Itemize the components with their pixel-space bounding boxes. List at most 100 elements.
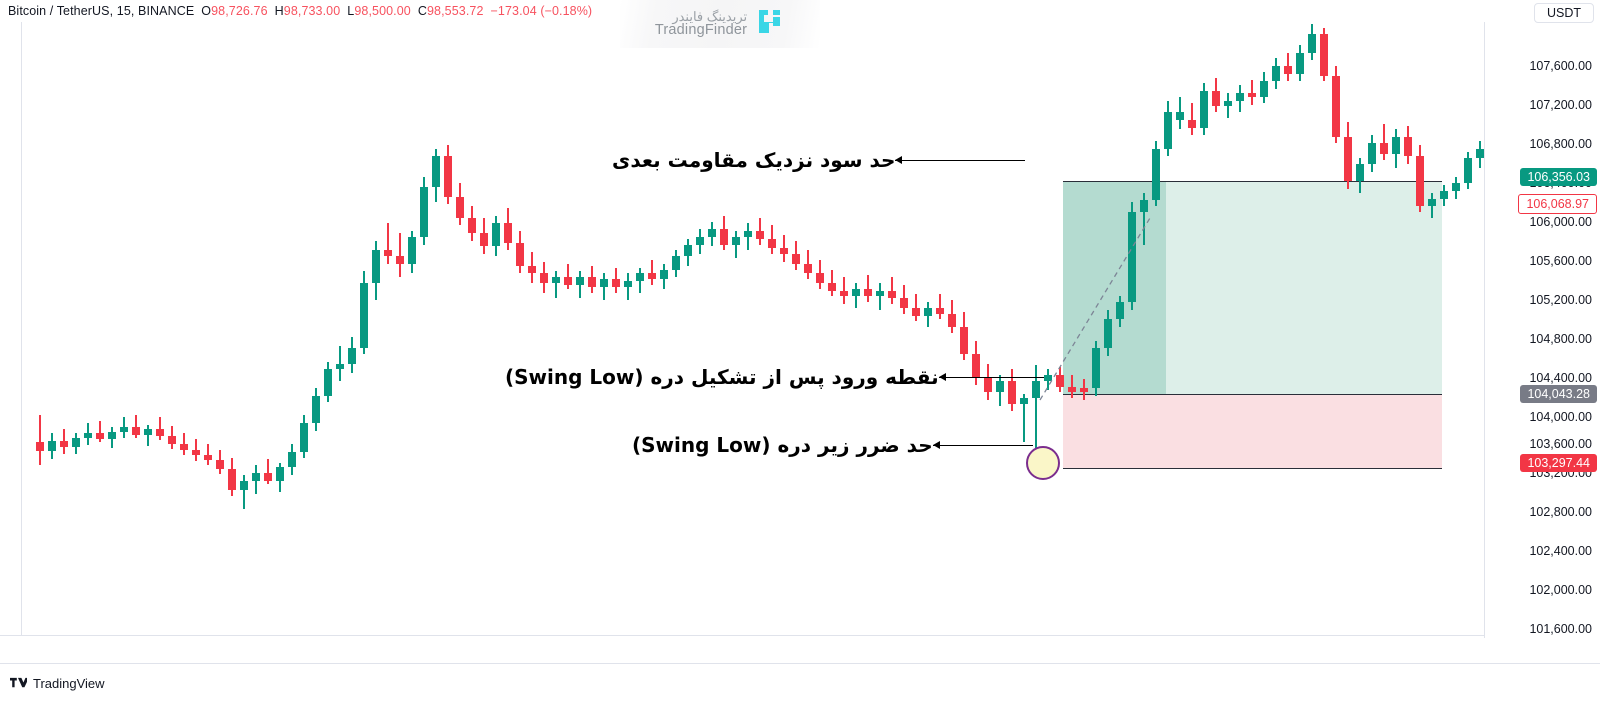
low-value: 98,500.00 [354,4,411,18]
candle-body [780,248,788,255]
price-tick-label: 102,000.00 [1529,583,1592,597]
price-tick-label: 107,600.00 [1529,59,1592,73]
candle-body [192,449,200,455]
price-tick-label: 104,800.00 [1529,332,1592,346]
candle-body [396,256,404,264]
candle-body [960,327,968,354]
last-price-badge[interactable]: 106,068.97 [1518,194,1597,214]
candle-body [1476,148,1484,159]
candle-body [336,363,344,370]
candle-body [180,444,188,450]
high-label: H [274,4,284,18]
candle-body [1128,211,1136,303]
candle-body [96,432,104,440]
stop-loss-annotation-arrow-icon [932,440,1033,449]
candle-body [1056,375,1064,387]
candle-body [576,277,584,285]
open-label: O [201,4,212,18]
candle-body [1188,119,1196,128]
candle-body [240,480,248,491]
candle-body [564,277,572,285]
candle-body [1356,163,1364,182]
price-tick-label: 104,000.00 [1529,410,1592,424]
candle-body [1140,200,1148,212]
candle-body [504,223,512,243]
candle-body [132,426,140,436]
candle-wick [579,271,581,299]
candle-body [1020,398,1028,404]
open-value: 98,726.76 [211,4,268,18]
stoploss-price-badge[interactable]: 103,297.44 [1520,454,1597,472]
chart-pane[interactable]: 21:0022:301601:3003:0004:3006:0007:3009:… [0,22,1496,678]
candle-body [1320,33,1328,76]
candle-body [516,242,524,266]
candle-body [1116,302,1124,320]
price-tick-label: 101,600.00 [1529,622,1592,636]
candle-body [696,236,704,245]
price-tick-label: 102,800.00 [1529,505,1592,519]
tradingview-chart-screenshot: Bitcoin / TetherUS, 15, BINANCE O98,726.7… [0,0,1600,702]
candle-wick [39,415,41,466]
candle-body [156,428,164,437]
candle-body [1236,92,1244,101]
candle-body [408,236,416,264]
candle-body [1200,91,1208,128]
candle-body [480,233,488,247]
candle-body [540,273,548,283]
candle-body [1380,142,1388,155]
price-tick-label: 105,600.00 [1529,254,1592,268]
take-profit-annotation: حد سود نزدیک مقاومت بعدی [612,148,1035,172]
take-profit-annotation-text: حد سود نزدیک مقاومت بعدی [612,148,896,172]
candle-body [228,469,236,491]
price-tick-label: 103,600.00 [1529,437,1592,451]
candle-body [1284,66,1292,74]
candle-body [324,369,332,397]
stop-loss-level-line [1063,468,1442,469]
candle-body [936,307,944,314]
candle-body [1080,388,1088,393]
stop-loss-annotation-text: حد ضرر زیر دره (Swing Low) [632,433,933,457]
entry-price-badge[interactable]: 104,043.28 [1520,385,1597,403]
candle-body [1452,183,1460,191]
high-value: 98,733.00 [283,4,341,18]
candlestick-plot[interactable] [22,22,1496,636]
candle-body [1332,75,1340,138]
candle-wick [555,271,557,299]
candle-body [708,229,716,237]
candle-body [1344,137,1352,182]
candle-body [1308,33,1316,53]
candle-body [468,217,476,234]
candle-body [1260,81,1268,97]
candle-body [204,454,212,461]
candle-body [1368,142,1376,164]
high-price-badge[interactable]: 106,356.03 [1520,168,1597,186]
candle-body [612,279,620,287]
candle-wick [747,223,749,251]
candle-wick [387,223,389,264]
symbol-title[interactable]: Bitcoin / TetherUS, 15, BINANCE [8,4,194,18]
candle-body [1296,52,1304,74]
candle-body [888,290,896,299]
candle-body [528,265,536,274]
candle-body [276,467,284,481]
candle-wick [735,231,737,258]
footer-bar: TradingView [0,663,1600,702]
candle-body [120,426,128,432]
candle-body [144,428,152,436]
candle-body [1440,190,1448,199]
candle-body [684,244,692,257]
candle-body [60,441,68,447]
price-tick-label: 104,400.00 [1529,371,1592,385]
take-profit-level-line [1063,181,1442,182]
candle-body [1212,91,1220,107]
candle-body [492,223,500,247]
candle-body [216,460,224,470]
take-profit-annotation-arrow-icon [895,155,1026,164]
candle-body [588,277,596,287]
candle-body [648,273,656,280]
candle-body [552,277,560,283]
currency-label[interactable]: USDT [1533,3,1594,23]
candle-body [384,250,392,257]
stop-loss-annotation: حد ضرر زیر دره (Swing Low) [632,433,1043,457]
price-axis[interactable]: USDT 107,600.00107,200.00106,800.00106,4… [1484,0,1600,660]
